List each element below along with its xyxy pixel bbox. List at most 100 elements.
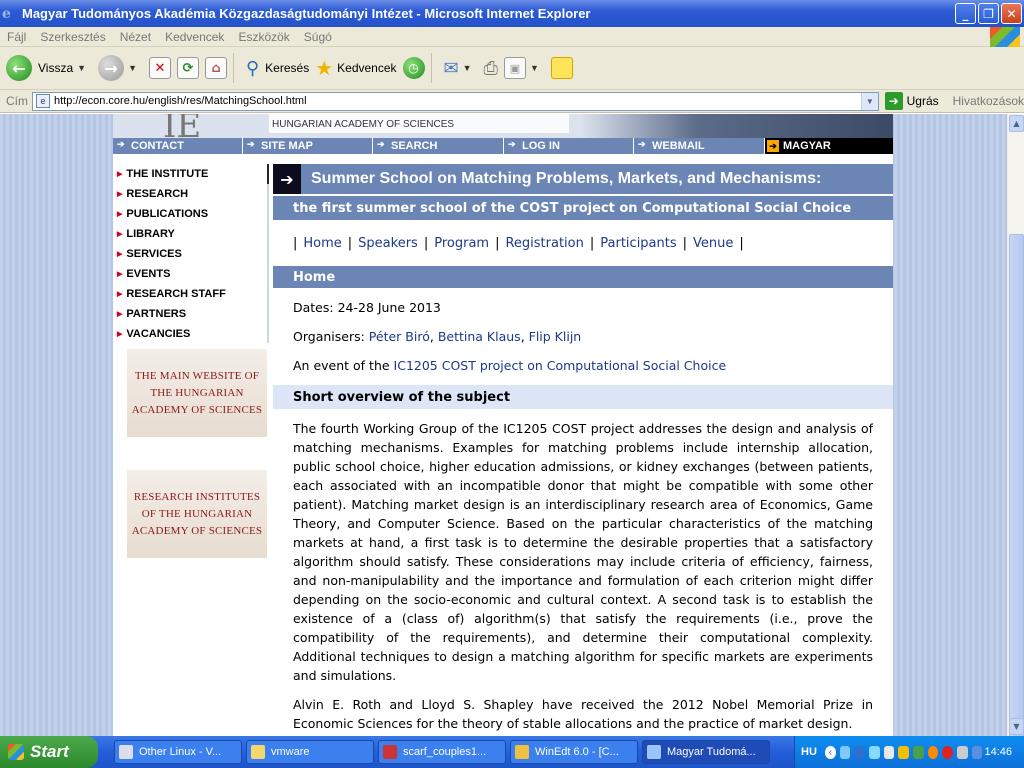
link-speakers[interactable]: Speakers xyxy=(358,236,418,251)
scroll-up-button[interactable]: ▲ xyxy=(1009,115,1024,132)
firefox-icon[interactable] xyxy=(927,745,939,759)
link-registration[interactable]: Registration xyxy=(505,236,583,251)
link-participants[interactable]: Participants xyxy=(600,236,676,251)
leftnav-vacancies[interactable]: ▶ VACANCIES xyxy=(113,324,268,344)
menu-favorites[interactable]: Kedvencek xyxy=(158,30,231,44)
menu-tools[interactable]: Eszközök xyxy=(231,30,296,44)
refresh-button[interactable]: ⟳ xyxy=(176,50,199,86)
close-button[interactable]: ✕ xyxy=(1001,3,1022,24)
dropbox-icon[interactable] xyxy=(868,745,880,759)
bullet-icon: ▶ xyxy=(117,191,123,198)
organiser-link[interactable]: Flip Klijn xyxy=(529,329,582,344)
mail-button[interactable]: ✉ ▼ xyxy=(444,50,478,86)
forward-button[interactable]: → ▼ xyxy=(98,50,143,86)
nobel-paragraph: Alvin E. Roth and Lloyd S. Shapley have … xyxy=(293,697,873,731)
bullet-icon: ▶ xyxy=(117,231,123,238)
go-arrow-icon[interactable]: ➔ xyxy=(884,92,903,110)
shield-icon[interactable] xyxy=(898,745,910,759)
window-titlebar[interactable]: e Magyar Tudományos Akadémia Közgazdaság… xyxy=(0,0,1024,27)
history-button[interactable]: ◷ xyxy=(402,50,425,86)
banner-line: THE MAIN WEBSITE OF xyxy=(134,369,260,382)
nav-contact-label: CONTACT xyxy=(131,140,184,152)
link-program[interactable]: Program xyxy=(434,236,489,251)
favorites-button[interactable]: ★ Kedvencek xyxy=(315,50,396,86)
links-button[interactable]: Hivatkozások xyxy=(953,94,1024,108)
nav-webmail[interactable]: ➔ WEBMAIL xyxy=(633,138,764,154)
update-icon[interactable] xyxy=(913,745,924,759)
address-input[interactable]: e http://econ.core.hu/english/res/Matchi… xyxy=(32,91,879,111)
minimize-button[interactable]: _ xyxy=(955,3,976,24)
leftnav-library[interactable]: ▶ LIBRARY xyxy=(113,224,268,244)
bullet-icon: ▶ xyxy=(117,211,123,218)
leftnav-research[interactable]: ▶ RESEARCH xyxy=(113,184,268,204)
mail-dropdown-icon[interactable]: ▼ xyxy=(463,63,472,73)
organiser-link[interactable]: Bettina Klaus xyxy=(438,329,521,344)
mta-research-institutes-banner[interactable]: RESEARCH INSTITUTES OF THE HUNGARIAN ACA… xyxy=(127,470,267,558)
leftnav-research-staff[interactable]: ▶ RESEARCH STAFF xyxy=(113,284,268,304)
bullet-icon: ▶ xyxy=(117,271,123,278)
print-icon: ⎙ xyxy=(483,57,498,78)
back-dropdown-icon[interactable]: ▼ xyxy=(77,63,86,73)
section-home: Home xyxy=(273,266,893,288)
edit-button[interactable]: ▣ ▼ xyxy=(503,50,545,86)
print-button[interactable]: ⎙ xyxy=(484,50,498,86)
blocked-icon[interactable] xyxy=(942,745,954,759)
task-label: scarf_couples1... xyxy=(403,746,487,758)
menu-help[interactable]: Súgó xyxy=(297,30,339,44)
search-label: Keresés xyxy=(265,61,310,75)
ie-icon: e xyxy=(2,5,11,22)
mta-main-website-banner[interactable]: THE MAIN WEBSITE OF THE HUNGARIAN ACADEM… xyxy=(127,349,267,437)
link-venue[interactable]: Venue xyxy=(693,236,733,251)
leftnav-publications[interactable]: ▶ PUBLICATIONS xyxy=(113,204,268,224)
back-button[interactable]: ← Vissza ▼ xyxy=(6,50,92,86)
arrow-icon: ➔ xyxy=(117,139,125,149)
banner-text: RESEARCH INSTITUTES OF THE HUNGARIAN ACA… xyxy=(132,489,263,540)
vertical-scrollbar[interactable]: ▲ ▼ xyxy=(1007,114,1024,764)
display-icon[interactable] xyxy=(971,745,983,759)
organiser-link[interactable]: Péter Biró xyxy=(369,329,430,344)
clock[interactable]: 14:46 xyxy=(984,746,1012,758)
school-nav: | Home | Speakers | Program | Registration |… xyxy=(273,220,893,266)
forward-dropdown-icon[interactable]: ▼ xyxy=(128,63,137,73)
home-button[interactable]: ⌂ xyxy=(204,50,227,86)
stop-button[interactable]: ✕ xyxy=(148,50,171,86)
scroll-thumb[interactable] xyxy=(1009,234,1024,764)
chevron-left-icon[interactable]: ‹ xyxy=(824,745,836,759)
leftnav-events[interactable]: ▶ EVENTS xyxy=(113,264,268,284)
leftnav-partners[interactable]: ▶ PARTNERS xyxy=(113,304,268,324)
nav-search[interactable]: ➔ SEARCH xyxy=(372,138,503,154)
start-button[interactable]: Start xyxy=(0,736,98,768)
menu-view[interactable]: Nézet xyxy=(113,30,158,44)
nav-contact[interactable]: ➔ CONTACT xyxy=(113,138,242,154)
task-magyar-tudomanyos[interactable]: Magyar Tudomá... xyxy=(642,740,770,764)
network-icon[interactable] xyxy=(839,745,851,759)
leftnav-the-institute[interactable]: ▶ THE INSTITUTE xyxy=(113,164,268,184)
monitor-icon[interactable] xyxy=(883,745,895,759)
address-url[interactable]: http://econ.core.hu/english/res/Matching… xyxy=(54,95,861,107)
cost-project-link[interactable]: IC1205 COST project on Computational Soc… xyxy=(394,358,727,373)
task-scarf-couples[interactable]: scarf_couples1... xyxy=(378,740,506,764)
scroll-down-button[interactable]: ▼ xyxy=(1009,718,1024,735)
nav-site-map[interactable]: ➔ SITE MAP xyxy=(242,138,372,154)
nav-magyar[interactable]: ➔ MAGYAR xyxy=(764,138,893,154)
go-button[interactable]: Ugrás xyxy=(907,94,939,108)
address-dropdown-icon[interactable]: ▼ xyxy=(860,92,878,110)
leftnav-services[interactable]: ▶ SERVICES xyxy=(113,244,268,264)
nav-log-in[interactable]: ➔ LOG IN xyxy=(503,138,633,154)
forward-arrow-icon: → xyxy=(98,55,125,81)
task-other-linux[interactable]: Other Linux - V... xyxy=(114,740,242,764)
task-vmware[interactable]: vmware xyxy=(246,740,374,764)
notes-button[interactable] xyxy=(550,50,573,86)
search-button[interactable]: ⚲ Keresés xyxy=(246,50,309,86)
page-title: ➔ Summer School on Matching Problems, Ma… xyxy=(273,164,893,194)
banner-line: THE HUNGARIAN xyxy=(150,386,244,399)
edit-dropdown-icon[interactable]: ▼ xyxy=(530,63,539,73)
language-indicator[interactable]: HU xyxy=(801,746,817,758)
link-home[interactable]: Home xyxy=(303,236,341,251)
menu-edit[interactable]: Szerkesztés xyxy=(33,30,112,44)
printer-icon[interactable] xyxy=(957,745,968,759)
task-winedt[interactable]: WinEdt 6.0 - [C... xyxy=(510,740,638,764)
maximize-button[interactable]: ❐ xyxy=(978,3,999,24)
menu-file[interactable]: Fájl xyxy=(0,30,33,44)
volume-icon[interactable] xyxy=(854,745,865,759)
